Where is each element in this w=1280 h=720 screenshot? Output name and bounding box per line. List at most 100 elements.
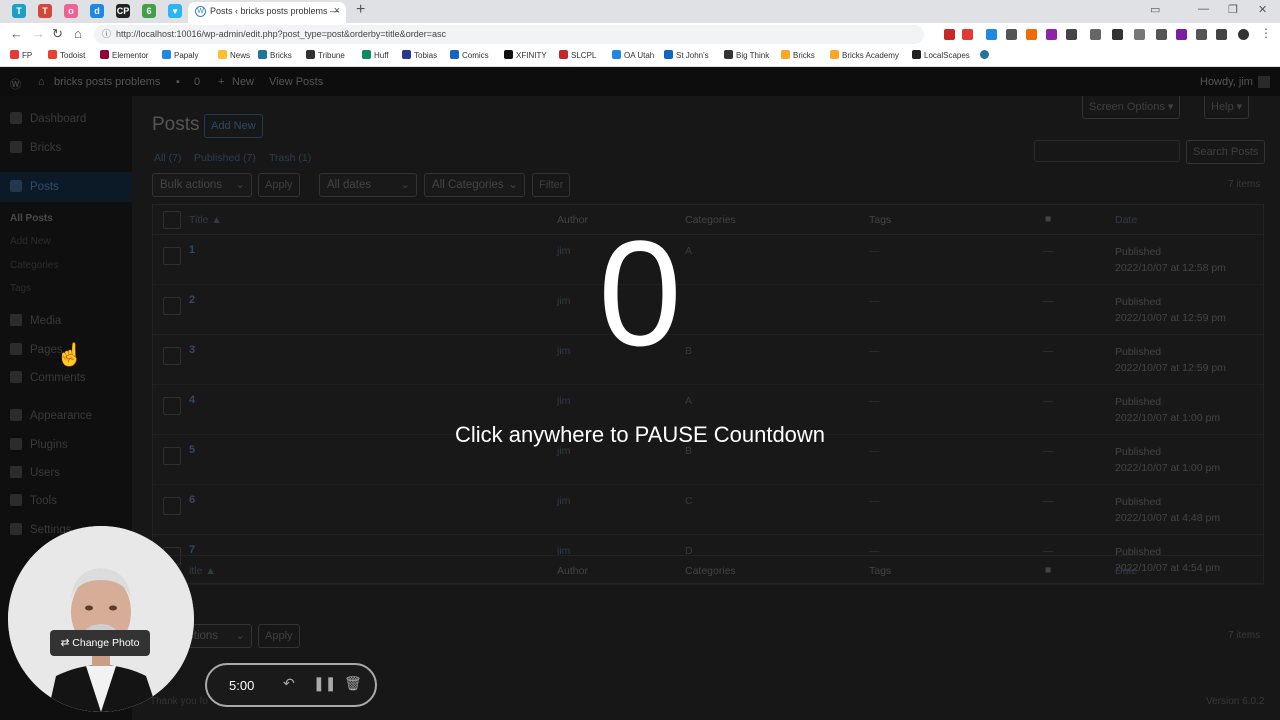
bookmark-item[interactable]: Bricks Academy (830, 50, 899, 60)
bookmark-item[interactable]: Comics (450, 50, 489, 60)
extension-icon[interactable] (1006, 29, 1017, 40)
active-tab-title: Posts ‹ bricks posts problems — (210, 6, 340, 16)
extension-icon[interactable] (1026, 29, 1037, 40)
bookmark-favicon-icon (100, 50, 109, 59)
bookmark-label: St John's (676, 51, 709, 60)
close-window-button[interactable]: ✕ (1258, 3, 1267, 16)
extension-icon[interactable] (1176, 29, 1187, 40)
address-bar-row: ← → ↻ ⌂ ⓘ http://localhost:10016/wp-admi… (0, 23, 1280, 46)
bookmark-favicon-icon (258, 50, 267, 59)
bookmark-label: Elementor (112, 51, 149, 60)
reload-icon[interactable]: ↻ (52, 26, 63, 42)
extension-icon[interactable] (1046, 29, 1057, 40)
tribune-icon[interactable]: T (38, 4, 52, 18)
extension-badge-icon[interactable] (962, 29, 973, 40)
bookmark-item[interactable]: SLCPL (559, 50, 596, 60)
bookmark-item[interactable]: OA Utah (612, 50, 654, 60)
todoist-icon[interactable]: T (12, 4, 26, 18)
wordpress-icon: W (195, 6, 206, 17)
extension-icon[interactable] (1066, 29, 1077, 40)
extension-icon[interactable] (1112, 29, 1123, 40)
bookmark-label: Huff (374, 51, 389, 60)
puzzle-icon[interactable] (1196, 29, 1207, 40)
timer-display: 5:00 (229, 678, 255, 693)
trash-icon[interactable]: 🗑 (344, 675, 362, 692)
pause-icon[interactable]: ❚❚ (313, 675, 336, 692)
bookmark-item[interactable]: Huff (362, 50, 389, 60)
bookmark-favicon-icon (781, 50, 790, 59)
extension-icon[interactable] (1134, 29, 1145, 40)
bookmark-label: OA Utah (624, 51, 655, 60)
sidepanel-icon[interactable] (1216, 29, 1227, 40)
bookmark-item[interactable]: Todoist (48, 50, 85, 60)
ublock-icon[interactable] (944, 29, 955, 40)
hand-cursor-icon: ☝ (56, 342, 84, 367)
bookmark-label: Tribune (318, 51, 345, 60)
back-icon[interactable]: ← (10, 26, 23, 41)
bookmark-favicon-icon (830, 50, 839, 59)
extension-icon[interactable] (1156, 29, 1167, 40)
cast-icon[interactable]: ▭ (1150, 3, 1160, 16)
webcam-bubble[interactable] (8, 526, 194, 712)
bookmark-favicon-icon (450, 50, 459, 59)
bookmark-label: Bricks (793, 51, 815, 60)
bookmark-item[interactable]: LocalScapes (912, 50, 970, 60)
close-tab-icon[interactable]: × (334, 2, 340, 21)
bookmark-item[interactable]: Elementor (100, 50, 148, 60)
bookmark-item[interactable]: Bricks (258, 50, 292, 60)
bookmark-label: Tobias (414, 51, 438, 60)
circle-icon[interactable]: o (64, 4, 78, 18)
extension-icon[interactable] (986, 29, 997, 40)
bookmark-favicon-icon (362, 50, 371, 59)
bookmark-favicon-icon (10, 50, 19, 59)
bookmark-item[interactable]: FP (10, 50, 32, 60)
bookmark-item[interactable]: Tribune (306, 50, 345, 60)
undo-icon[interactable]: ↶ (283, 675, 295, 692)
bookmark-favicon-icon (912, 50, 921, 59)
bookmark-item[interactable]: Bricks (781, 50, 815, 60)
home-icon[interactable]: ⌂ (74, 26, 82, 41)
swap-icon: ⇄ (60, 637, 73, 649)
bookmark-favicon-icon (664, 50, 673, 59)
bookmark-item[interactable]: XFINITY (504, 50, 547, 60)
bookmark-label: Papaly (174, 51, 199, 60)
bookmark-item[interactable]: Tobias (402, 50, 437, 60)
bookmark-label: Big Think (736, 51, 770, 60)
bookmark-favicon-icon (559, 50, 568, 59)
bookmark-favicon-icon (724, 50, 733, 59)
browser-tab-strip: T To d CP 6 ♥ W Posts ‹ bricks posts problems… (0, 0, 1280, 23)
url-field[interactable]: ⓘ http://localhost:10016/wp-admin/edit.p… (94, 25, 924, 44)
extension-icon[interactable] (1090, 29, 1101, 40)
bookmark-item[interactable]: St John's (664, 50, 709, 60)
bookmark-favicon-icon (504, 50, 513, 59)
url-text: http://localhost:10016/wp-admin/edit.php… (116, 29, 446, 39)
cp-icon[interactable]: CP (116, 4, 130, 18)
bookmark-label: News (230, 51, 251, 60)
new-tab-button[interactable]: + (356, 1, 365, 19)
more-menu-icon[interactable]: ⋮ (1260, 26, 1272, 40)
bookmark-label: FP (22, 51, 33, 60)
bookmark-item[interactable]: Big Think (724, 50, 769, 60)
bookmark-favicon-icon (612, 50, 621, 59)
bookmark-label: LocalScapes (924, 51, 970, 60)
restore-button[interactable]: ❐ (1228, 3, 1238, 16)
minimize-button[interactable]: — (1198, 3, 1209, 15)
leaf-icon[interactable]: 6 (142, 4, 156, 18)
bookmark-favicon-icon (48, 50, 57, 59)
forward-icon[interactable]: → (32, 26, 45, 41)
bookmark-label: XFINITY (516, 51, 547, 60)
wordpress-bookmark-icon[interactable] (980, 50, 992, 60)
info-icon: ⓘ (102, 29, 112, 39)
bookmark-favicon-icon (218, 50, 227, 59)
change-photo-label: Change Photo (72, 637, 140, 649)
bookmark-label: Bricks (270, 51, 292, 60)
bookmark-favicon-icon (162, 50, 171, 59)
profile-avatar[interactable] (1238, 29, 1249, 40)
active-tab[interactable]: W Posts ‹ bricks posts problems — × (188, 2, 346, 23)
heart-icon[interactable]: ♥ (168, 4, 182, 18)
bookmarks-bar: FP Todoist Elementor Papaly News Bricks Tribun… (0, 46, 1280, 67)
doc-icon[interactable]: d (90, 4, 104, 18)
bookmark-item[interactable]: Papaly (162, 50, 198, 60)
change-photo-button[interactable]: ⇄ Change Photo (50, 630, 150, 656)
bookmark-item[interactable]: News (218, 50, 250, 60)
